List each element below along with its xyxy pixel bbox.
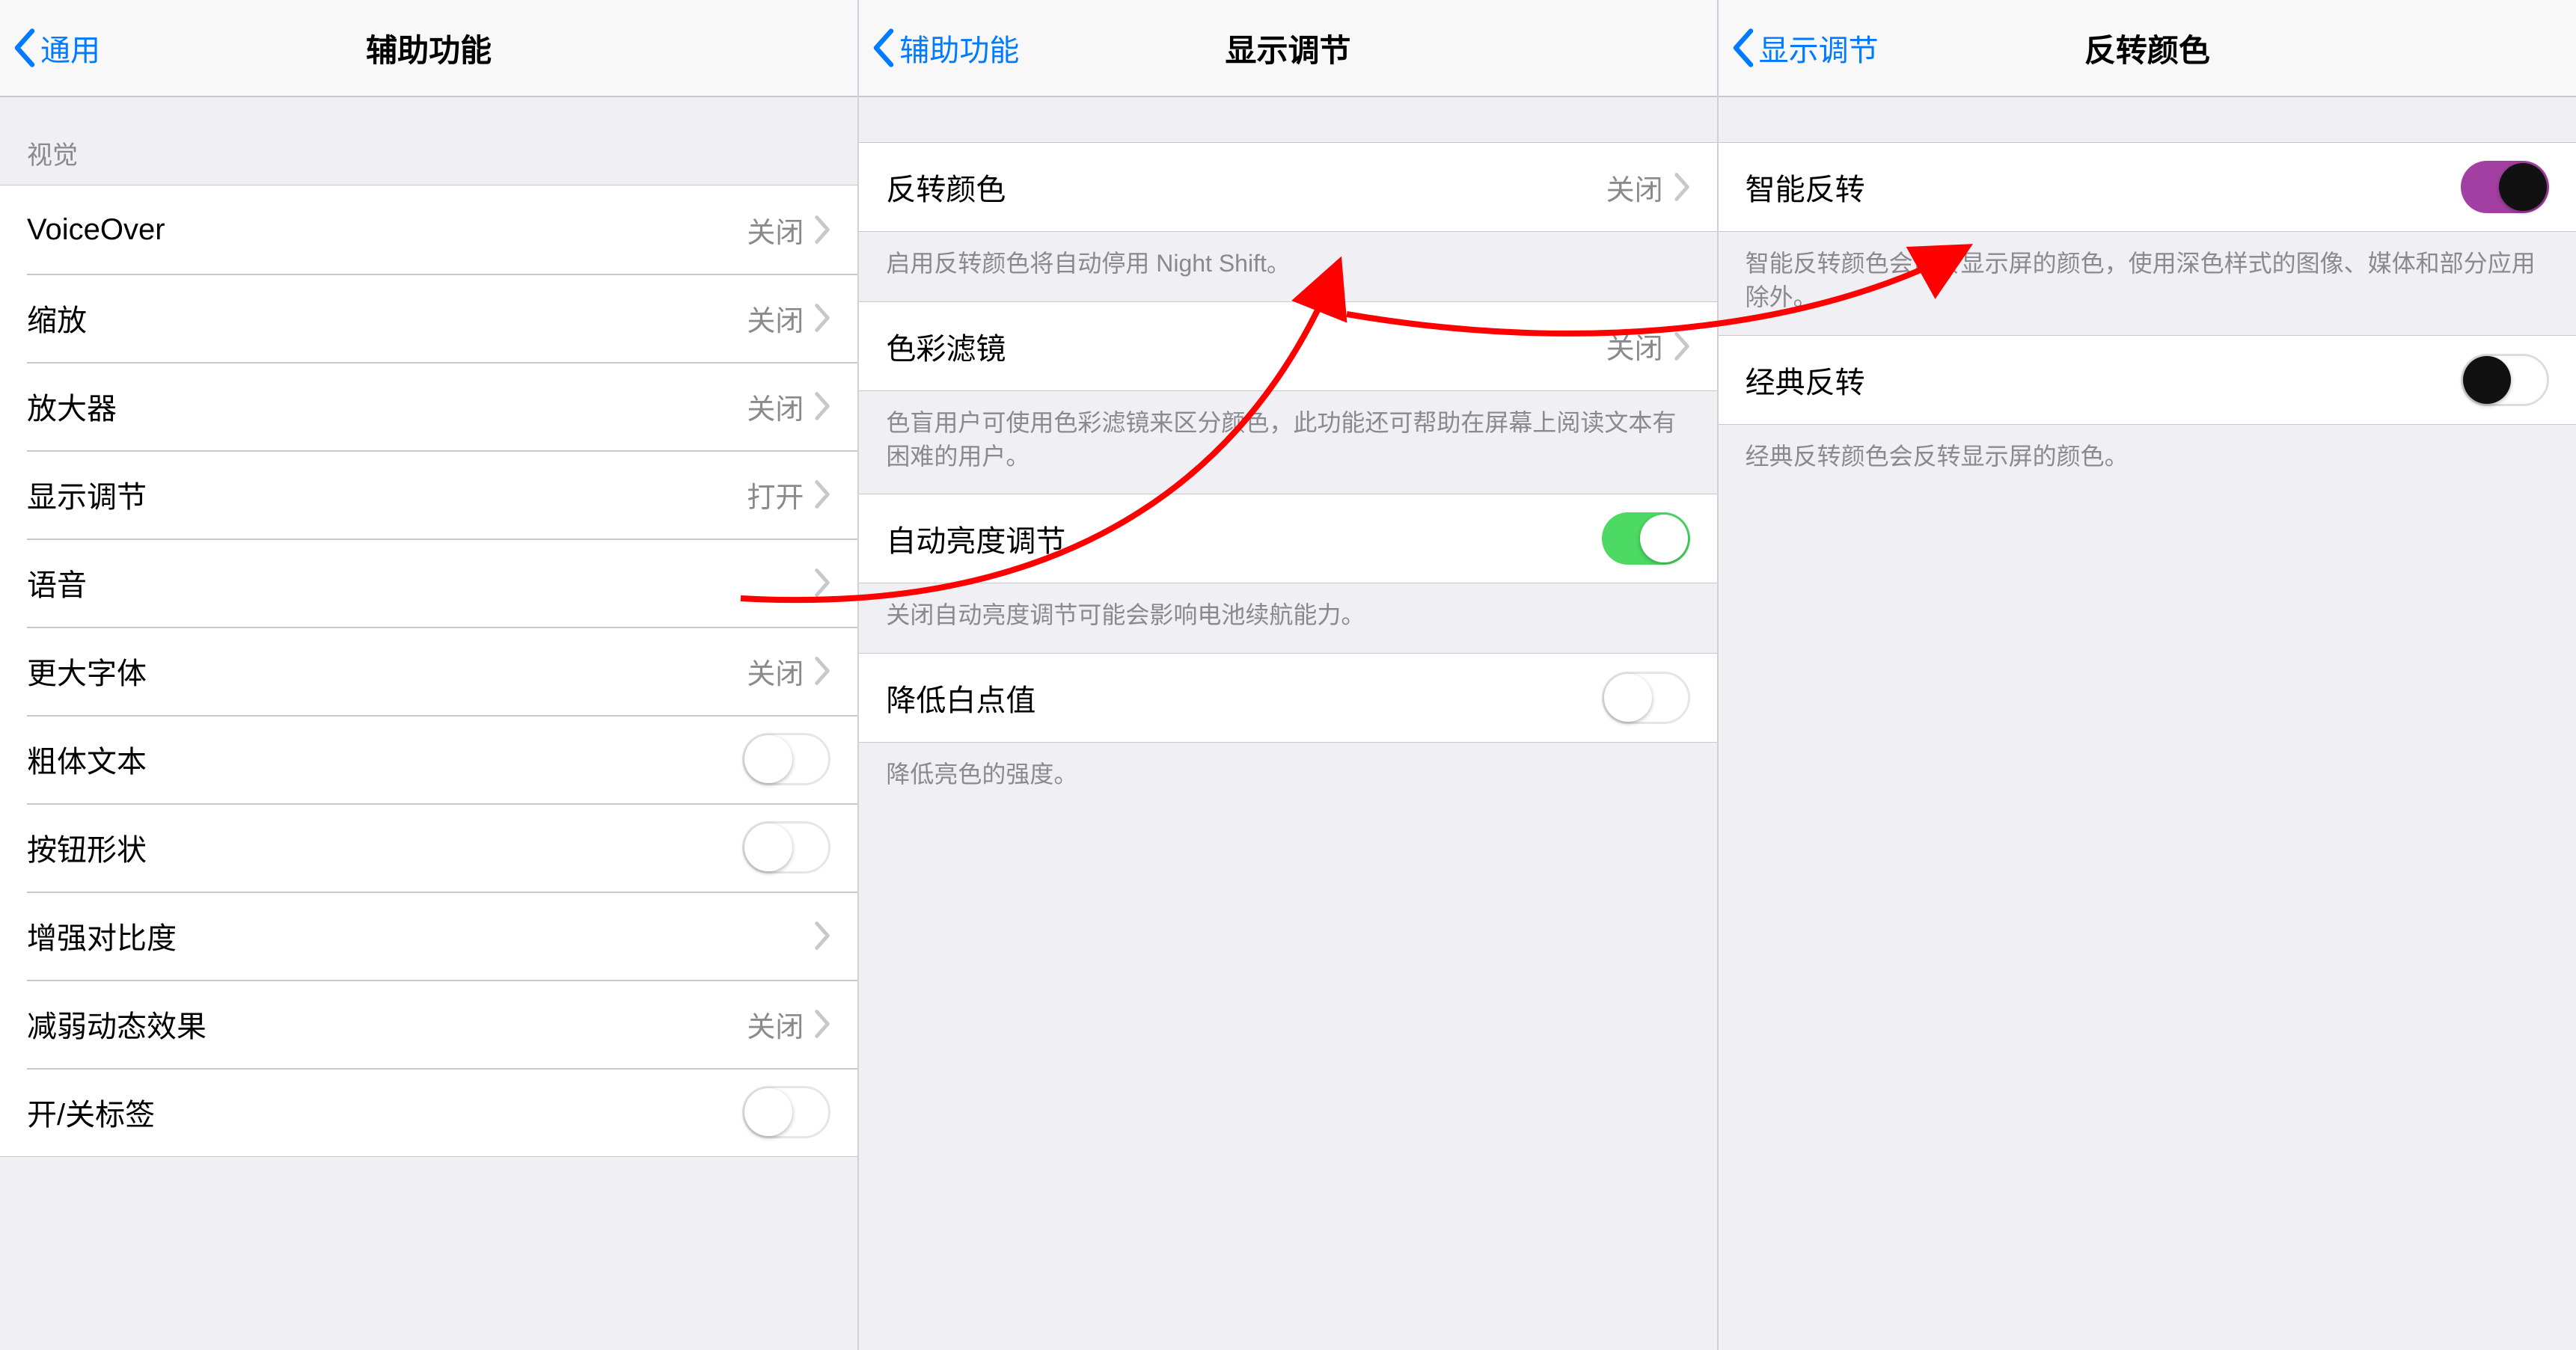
row-value: 关闭 — [747, 651, 804, 692]
row-display-accommodations[interactable]: 显示调节 打开 — [0, 450, 857, 539]
row-zoom[interactable]: 缩放 关闭 — [0, 274, 857, 362]
row-label: 经典反转 — [1746, 358, 2461, 402]
chevron-right-icon — [1674, 173, 1690, 201]
footer-reduce-white-point: 降低亮色的强度。 — [859, 743, 1716, 812]
navbar: 辅助功能 显示调节 — [859, 0, 1716, 97]
switch-classic-invert[interactable] — [2461, 354, 2549, 406]
row-label: 自动亮度调节 — [886, 517, 1601, 560]
chevron-right-icon — [814, 304, 830, 332]
row-speech[interactable]: 语音 — [0, 539, 857, 627]
row-label: 放大器 — [27, 384, 747, 428]
group-color-filters: 色彩滤镜 关闭 — [859, 301, 1716, 391]
page-title: 辅助功能 — [0, 25, 857, 71]
row-value: 关闭 — [747, 209, 804, 251]
row-button-shapes[interactable]: 按钮形状 — [0, 803, 857, 892]
group-smart-invert: 智能反转 — [1719, 142, 2576, 232]
row-auto-brightness[interactable]: 自动亮度调节 — [859, 494, 1716, 583]
back-label: 通用 — [40, 26, 100, 70]
chevron-left-icon — [872, 28, 895, 67]
back-button[interactable]: 通用 — [0, 26, 100, 70]
group-classic-invert: 经典反转 — [1719, 335, 2576, 425]
footer-classic-invert: 经典反转颜色会反转显示屏的颜色。 — [1719, 425, 2576, 494]
chevron-left-icon — [13, 28, 36, 67]
group-auto-brightness: 自动亮度调节 — [859, 494, 1716, 583]
chevron-right-icon — [814, 480, 830, 509]
row-smart-invert[interactable]: 智能反转 — [1719, 143, 2576, 231]
row-value: 关闭 — [1606, 325, 1663, 366]
switch-bold-text[interactable] — [742, 733, 830, 785]
row-color-filters[interactable]: 色彩滤镜 关闭 — [859, 302, 1716, 390]
row-invert-colors[interactable]: 反转颜色 关闭 — [859, 143, 1716, 231]
back-button[interactable]: 辅助功能 — [859, 26, 1019, 70]
row-label: 降低白点值 — [886, 676, 1601, 720]
row-value: 打开 — [747, 474, 804, 515]
footer-color-filters: 色盲用户可使用色彩滤镜来区分颜色，此功能还可帮助在屏幕上阅读文本有困难的用户。 — [859, 391, 1716, 494]
chevron-right-icon — [814, 1010, 830, 1038]
panel-accessibility: 通用 辅助功能 视觉 VoiceOver 关闭 缩放 关闭 放大器 关闭 显示 — [0, 0, 859, 1350]
chevron-right-icon — [814, 921, 830, 950]
footer-invert: 启用反转颜色将自动停用 Night Shift。 — [859, 232, 1716, 301]
row-on-off-labels[interactable]: 开/关标签 — [0, 1068, 857, 1156]
row-bold-text[interactable]: 粗体文本 — [0, 715, 857, 803]
group-invert: 反转颜色 关闭 — [859, 142, 1716, 232]
row-voiceover[interactable]: VoiceOver 关闭 — [0, 185, 857, 274]
chevron-right-icon — [814, 392, 830, 420]
switch-on-off-labels[interactable] — [742, 1086, 830, 1138]
switch-button-shapes[interactable] — [742, 821, 830, 874]
row-label: 按钮形状 — [27, 826, 742, 869]
row-label: 缩放 — [27, 296, 747, 340]
row-label: 更大字体 — [27, 649, 747, 693]
row-label: 开/关标签 — [27, 1090, 742, 1134]
row-label: 智能反转 — [1746, 165, 2461, 209]
chevron-right-icon — [814, 657, 830, 685]
section-header-vision: 视觉 — [0, 97, 857, 185]
back-label: 显示调节 — [1759, 26, 1879, 70]
switch-reduce-white-point[interactable] — [1602, 672, 1690, 724]
row-larger-text[interactable]: 更大字体 关闭 — [0, 627, 857, 715]
chevron-right-icon — [814, 215, 830, 244]
row-label: 减弱动态效果 — [27, 1002, 747, 1046]
row-increase-contrast[interactable]: 增强对比度 — [0, 892, 857, 980]
panel-invert-colors: 显示调节 反转颜色 智能反转 智能反转颜色会反转显示屏的颜色，使用深色样式的图像… — [1719, 0, 2576, 1350]
switch-smart-invert[interactable] — [2461, 161, 2549, 213]
switch-auto-brightness[interactable] — [1602, 512, 1690, 565]
navbar: 通用 辅助功能 — [0, 0, 857, 97]
row-magnifier[interactable]: 放大器 关闭 — [0, 362, 857, 450]
row-value: 关闭 — [747, 386, 804, 427]
group-vision: VoiceOver 关闭 缩放 关闭 放大器 关闭 显示调节 打开 语音 — [0, 185, 857, 1157]
row-label: VoiceOver — [27, 213, 747, 247]
group-reduce-white-point: 降低白点值 — [859, 653, 1716, 743]
row-value: 关闭 — [747, 298, 804, 339]
row-label: 语音 — [27, 561, 804, 604]
chevron-left-icon — [1732, 28, 1754, 67]
row-label: 反转颜色 — [886, 165, 1606, 209]
row-reduce-motion[interactable]: 减弱动态效果 关闭 — [0, 980, 857, 1068]
panel-display-accommodations: 辅助功能 显示调节 反转颜色 关闭 启用反转颜色将自动停用 Night Shif… — [859, 0, 1718, 1350]
chevron-right-icon — [814, 568, 830, 597]
row-label: 色彩滤镜 — [886, 325, 1606, 368]
row-classic-invert[interactable]: 经典反转 — [1719, 336, 2576, 424]
row-value: 关闭 — [1606, 167, 1663, 208]
footer-smart-invert: 智能反转颜色会反转显示屏的颜色，使用深色样式的图像、媒体和部分应用除外。 — [1719, 232, 2576, 335]
back-button[interactable]: 显示调节 — [1719, 26, 1879, 70]
navbar: 显示调节 反转颜色 — [1719, 0, 2576, 97]
row-value: 关闭 — [747, 1004, 804, 1045]
chevron-right-icon — [1674, 332, 1690, 360]
row-label: 显示调节 — [27, 473, 747, 516]
row-label: 增强对比度 — [27, 914, 804, 957]
row-label: 粗体文本 — [27, 737, 742, 781]
row-reduce-white-point[interactable]: 降低白点值 — [859, 654, 1716, 742]
footer-auto-brightness: 关闭自动亮度调节可能会影响电池续航能力。 — [859, 583, 1716, 653]
back-label: 辅助功能 — [899, 26, 1019, 70]
